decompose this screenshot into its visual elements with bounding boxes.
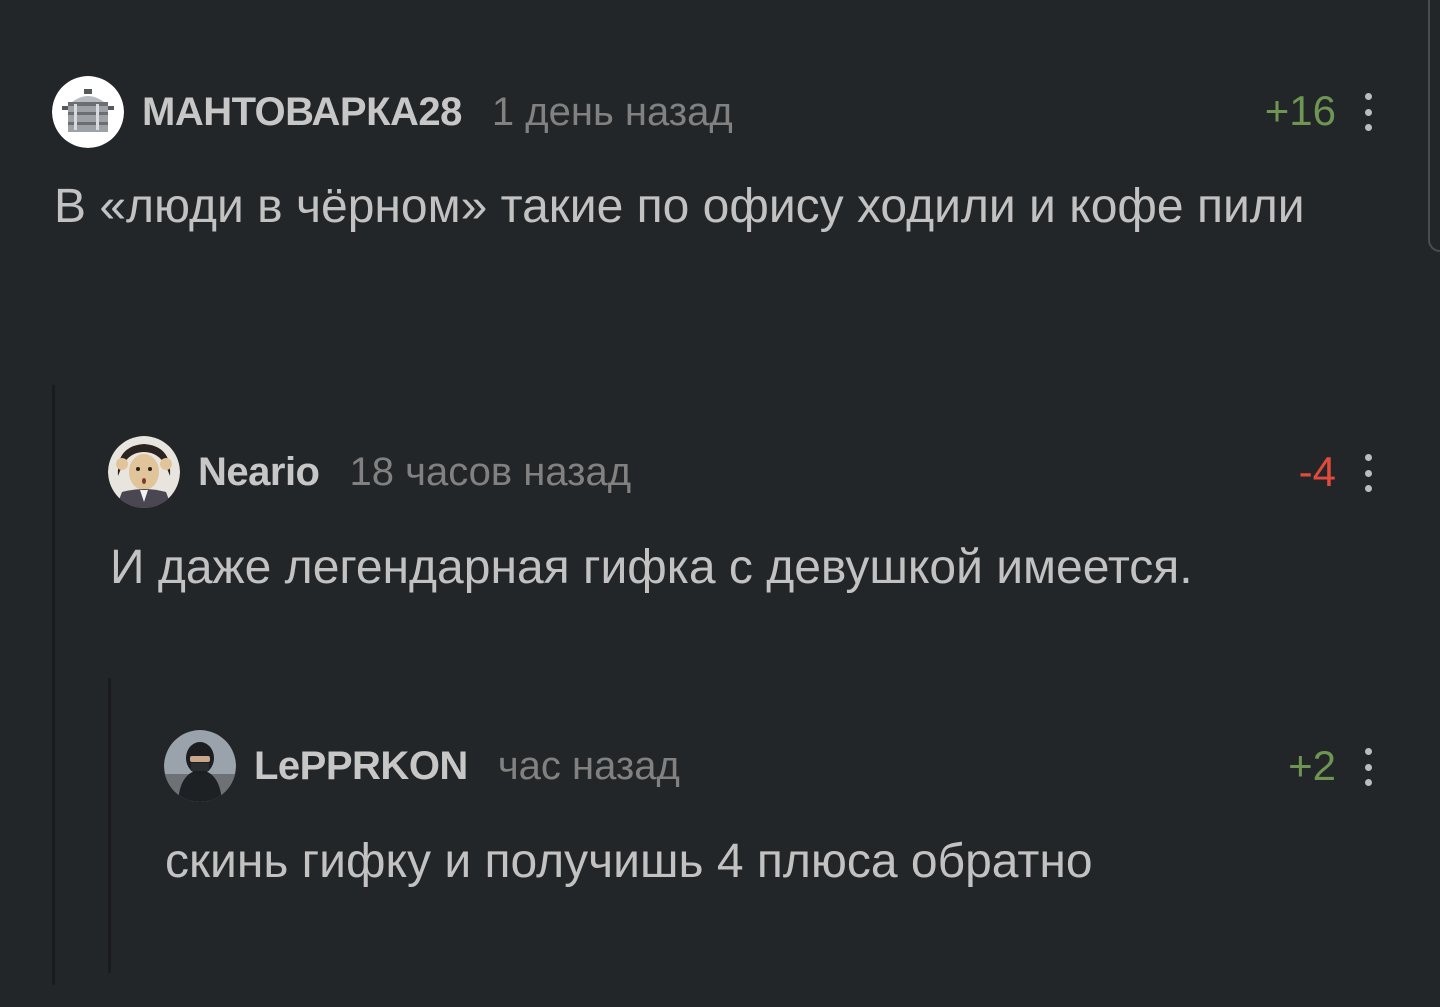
username[interactable]: МАНТОВАРКА28	[142, 90, 462, 135]
comment-text: В «люди в чёрном» такие по офису ходили …	[54, 180, 1305, 233]
rating-counter: +16	[1264, 87, 1336, 134]
username[interactable]: LePPRKON	[254, 744, 468, 789]
comment-text: скинь гифку и получишь 4 плюса обратно	[165, 835, 1093, 888]
more-options-icon[interactable]	[1363, 454, 1373, 492]
rating-counter: -4	[1298, 448, 1336, 495]
hooded-person-avatar[interactable]	[164, 730, 236, 802]
anime-character-avatar[interactable]	[108, 436, 180, 508]
comment-header: МАНТОВАРКА28 1 день назад	[52, 76, 733, 148]
timestamp[interactable]: час назад	[498, 744, 680, 789]
comment-header: LePPRKON час назад	[164, 730, 680, 802]
more-options-icon[interactable]	[1363, 93, 1373, 131]
more-options-icon[interactable]	[1363, 748, 1373, 786]
thread-line-level-1[interactable]	[52, 385, 55, 985]
comment-text: И даже легендарная гифка с девушкой имее…	[110, 541, 1193, 594]
thread-line-level-2[interactable]	[108, 678, 111, 973]
rating-counter: +2	[1288, 742, 1336, 789]
scrollbar[interactable]	[1428, 0, 1440, 252]
steamer-pot-icon[interactable]	[52, 76, 124, 148]
comment-header: Neario 18 часов назад	[108, 436, 631, 508]
username[interactable]: Neario	[198, 450, 320, 495]
timestamp[interactable]: 18 часов назад	[350, 450, 632, 495]
comment-thread: МАНТОВАРКА28 1 день назад +16 В «люди в …	[0, 0, 1440, 1007]
timestamp[interactable]: 1 день назад	[492, 90, 733, 135]
